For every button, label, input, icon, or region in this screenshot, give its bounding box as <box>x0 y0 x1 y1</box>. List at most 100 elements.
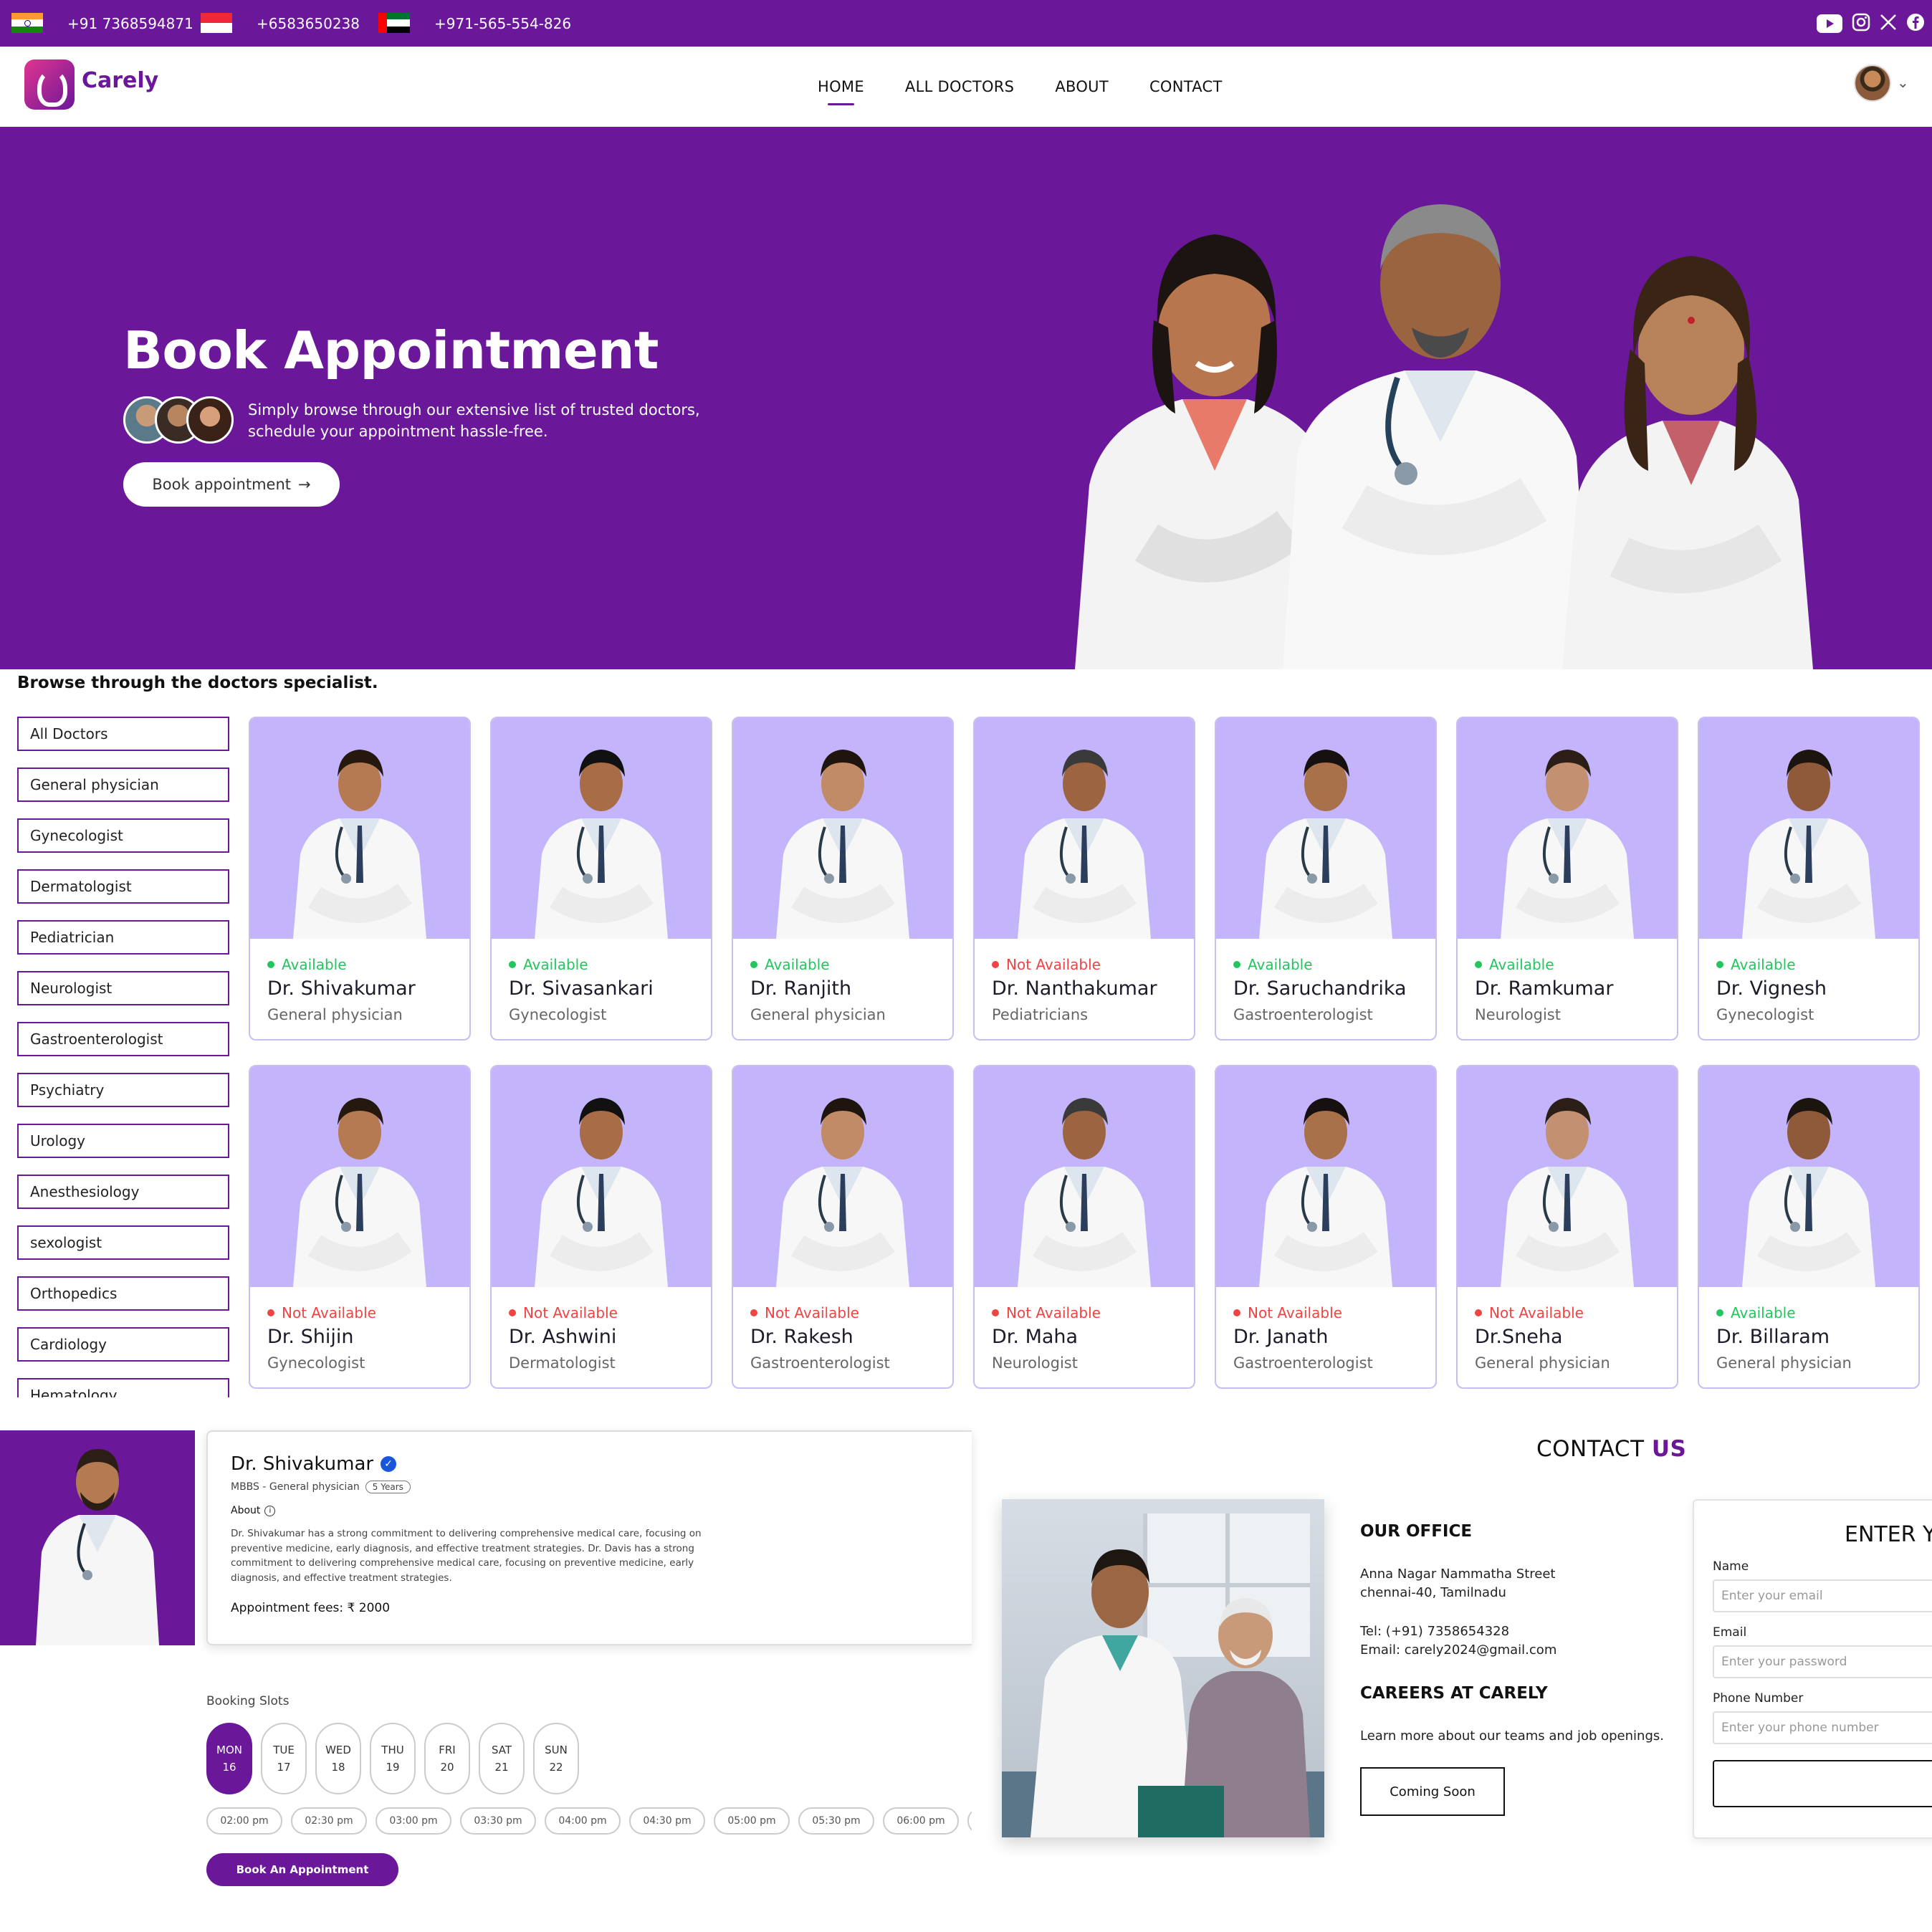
day-slot[interactable]: SAT 21 <box>479 1723 525 1794</box>
day-slot-weekday: FRI <box>439 1744 456 1756</box>
doctor-card[interactable]: Not Available Dr.Sneha General physician <box>1456 1065 1678 1389</box>
doctor-name: Dr. Vignesh <box>1716 977 1827 1000</box>
speciality-filter-item[interactable]: Cardiology <box>17 1327 229 1362</box>
phone-number-india[interactable]: +91 7368594871 <box>67 0 193 47</box>
youtube-icon[interactable] <box>1816 10 1843 37</box>
facebook-icon[interactable] <box>1903 10 1928 34</box>
day-slot[interactable]: SUN 22 <box>533 1723 579 1794</box>
doctor-card[interactable]: Available Dr. Billaram General physician <box>1698 1065 1920 1389</box>
hero-button-label: Book appointment <box>152 476 291 493</box>
doctor-name: Dr. Rakesh <box>750 1326 853 1348</box>
email-label: Email <box>1713 1625 1747 1640</box>
doctor-card[interactable]: Not Available Dr. Maha Neurologist <box>973 1065 1195 1389</box>
speciality-filter-item[interactable]: Anesthesiology <box>17 1175 229 1209</box>
appointment-fee: Appointment fees: ₹ 2000 <box>231 1601 391 1615</box>
doctor-card[interactable]: Available Dr. Ramkumar Neurologist <box>1456 717 1678 1041</box>
doctor-card[interactable]: Not Available Dr. Janath Gastroenterologis… <box>1215 1065 1437 1389</box>
doctor-card[interactable]: Not Available Dr. Nanthakumar Pediatrician… <box>973 717 1195 1041</box>
book-appointment-hero-button[interactable]: Book appointment → <box>123 462 340 507</box>
time-slot[interactable]: 02:30 pm <box>291 1807 367 1835</box>
doctor-photo <box>250 1066 469 1287</box>
doctor-photo <box>975 718 1194 939</box>
status-label: Available <box>1731 1304 1796 1321</box>
availability-status: Available <box>1716 956 1796 973</box>
day-slot-date: 18 <box>331 1761 345 1774</box>
avatar <box>186 396 234 444</box>
status-dot-icon <box>1475 961 1482 968</box>
time-slot[interactable]: 05:00 pm <box>714 1807 790 1835</box>
availability-status: Available <box>267 956 347 973</box>
nav-link-contact[interactable]: CONTACT <box>1149 78 1223 95</box>
doctor-speciality: General physician <box>267 1006 403 1023</box>
doctor-detail-photo <box>0 1430 195 1645</box>
day-slot-weekday: MON <box>216 1744 242 1756</box>
speciality-filter-item[interactable]: All Doctors <box>17 717 229 751</box>
nav-link-about[interactable]: ABOUT <box>1055 78 1109 95</box>
day-slot-weekday: WED <box>325 1744 351 1756</box>
doctor-card[interactable]: Not Available Dr. Ashwini Dermatologist <box>490 1065 712 1389</box>
coming-soon-button[interactable]: Coming Soon <box>1360 1767 1505 1816</box>
speciality-filter-item[interactable]: Orthopedics <box>17 1276 229 1311</box>
day-slot-date: 21 <box>494 1761 509 1774</box>
doctor-card[interactable]: Available Dr. Vignesh Gynecologist <box>1698 717 1920 1041</box>
phone-number-uae[interactable]: +971-565-554-826 <box>434 0 571 47</box>
time-slot[interactable]: 06:00 pm <box>883 1807 959 1835</box>
time-slot[interactable]: 06:30 pm <box>967 1807 972 1835</box>
x-icon[interactable] <box>1876 10 1900 34</box>
speciality-filter-item[interactable]: Urology <box>17 1124 229 1158</box>
status-label: Not Available <box>1006 956 1101 973</box>
experience-badge: 5 Years <box>365 1481 411 1493</box>
time-slot[interactable]: 04:00 pm <box>545 1807 621 1835</box>
status-dot-icon <box>1233 961 1240 968</box>
brand-name[interactable]: Carely <box>82 68 158 93</box>
book-an-appointment-button[interactable]: Book An Appointment <box>206 1853 398 1886</box>
time-slot[interactable]: 02:00 pm <box>206 1807 282 1835</box>
speciality-filter-item[interactable]: Dermatologist <box>17 869 229 904</box>
doctor-card[interactable]: Not Available Dr. Rakesh Gastroenterologis… <box>732 1065 954 1389</box>
nav-link-all-doctors[interactable]: ALL DOCTORS <box>905 78 1014 95</box>
status-label: Not Available <box>282 1304 376 1321</box>
speciality-filter-item[interactable]: General physician <box>17 767 229 802</box>
speciality-filter-item[interactable]: Psychiatry <box>17 1073 229 1107</box>
speciality-filter-item[interactable]: Pediatrician <box>17 920 229 955</box>
office-contact-details: Tel: (+91) 7358654328 Email: carely2024@… <box>1360 1622 1556 1660</box>
status-dot-icon <box>1475 1309 1482 1316</box>
availability-status: Not Available <box>509 1304 618 1321</box>
name-input[interactable]: Enter your email <box>1713 1579 1932 1612</box>
email-input[interactable]: Enter your password <box>1713 1645 1932 1678</box>
time-slot[interactable]: 03:30 pm <box>460 1807 536 1835</box>
doctor-card[interactable]: Available Dr. Ranjith General physician <box>732 717 954 1041</box>
phone-input[interactable]: Enter your phone number <box>1713 1711 1932 1744</box>
time-slot[interactable]: 04:30 pm <box>629 1807 705 1835</box>
doctor-photo <box>492 718 711 939</box>
speciality-filter-item[interactable]: Hematology <box>17 1378 229 1397</box>
carely-logo-icon[interactable] <box>24 59 75 110</box>
doctor-detail-degree-row: MBBS - General physician 5 Years <box>231 1481 411 1493</box>
doctor-name: Dr.Sneha <box>1475 1326 1563 1348</box>
speciality-filter-item[interactable]: Gastroenterologist <box>17 1022 229 1056</box>
doctor-speciality: Gastroenterologist <box>1233 1354 1373 1372</box>
day-slot[interactable]: TUE 17 <box>261 1723 307 1794</box>
day-slot[interactable]: WED 18 <box>315 1723 361 1794</box>
speciality-filter-item[interactable]: sexologist <box>17 1225 229 1260</box>
instagram-icon[interactable] <box>1849 10 1873 34</box>
doctor-photo <box>250 718 469 939</box>
status-dot-icon <box>509 1309 516 1316</box>
user-avatar[interactable] <box>1854 64 1891 102</box>
phone-number-singapore[interactable]: +6583650238 <box>257 0 360 47</box>
nav-link-home[interactable]: HOME <box>818 78 864 105</box>
doctor-card[interactable]: Available Dr. Saruchandrika Gastroenterolo… <box>1215 717 1437 1041</box>
day-slot[interactable]: FRI 20 <box>424 1723 470 1794</box>
day-slot[interactable]: MON 16 <box>206 1723 252 1794</box>
day-slot[interactable]: THU 19 <box>370 1723 416 1794</box>
arrow-right-icon: → <box>298 476 311 493</box>
doctor-card[interactable]: Not Available Dr. Shijin Gynecologist <box>249 1065 471 1389</box>
speciality-filter-item[interactable]: Neurologist <box>17 971 229 1005</box>
doctor-card[interactable]: Available Dr. Shivakumar General physician <box>249 717 471 1041</box>
speciality-filter-item[interactable]: Gynecologist <box>17 818 229 853</box>
time-slot[interactable]: 05:30 pm <box>798 1807 874 1835</box>
chevron-down-icon[interactable]: ⌄ <box>1897 74 1909 91</box>
time-slot[interactable]: 03:00 pm <box>376 1807 451 1835</box>
submit-button[interactable]: S <box>1713 1760 1932 1807</box>
doctor-card[interactable]: Available Dr. Sivasankari Gynecologist <box>490 717 712 1041</box>
